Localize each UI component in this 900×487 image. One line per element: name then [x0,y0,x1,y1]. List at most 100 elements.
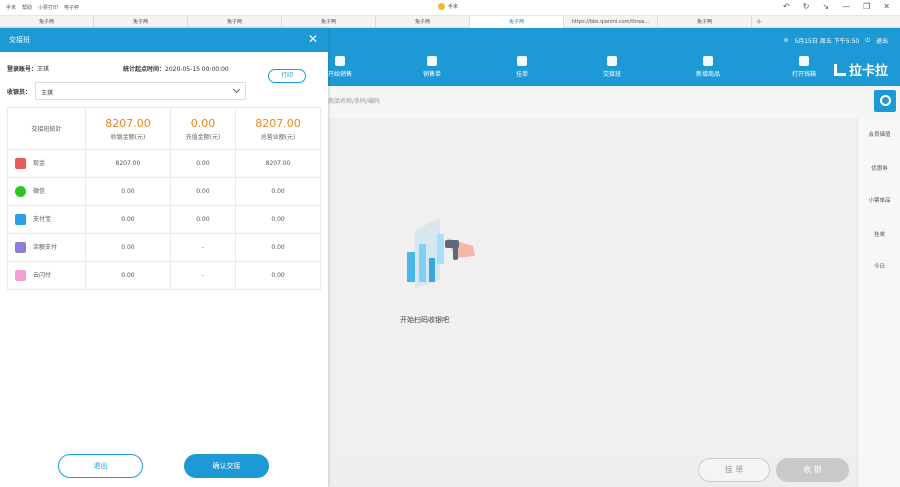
table-row: 云闪付 0.00 - 0.00 [7,261,321,290]
amount-cell: 0.00 [169,205,237,234]
menu-item-help[interactable]: 帮助 [22,4,32,11]
browser-tab[interactable]: 兔子两 [0,16,94,28]
method-label: 现金 [33,160,46,167]
menu-item-app[interactable]: 手米 [6,4,16,11]
method-label: 余额支付 [33,244,58,251]
shift-handover-modal: 交接班 ✕ 登录账号：王琪 统计起点时间：2020-05-15 00:00:00… [0,28,328,487]
print-button[interactable]: 打印 [268,69,306,83]
user-icon [607,56,617,66]
back-icon[interactable]: ↶ [783,2,790,11]
datetime: 5月15日 周五 下午5:50 [794,38,860,45]
total-label: 收银金额(元) [110,133,146,141]
sidebar-item-member[interactable]: 会员储值 [858,130,900,138]
table-header-row: 交接班統計 8207.00 收银金额(元) 0.00 充值金额(元) 8207.00… [7,107,321,150]
wechat-icon [15,186,26,197]
cashier-select[interactable]: 王琪 [35,82,246,100]
amount-cell: 0.00 [235,177,321,206]
nav-label: 打开钱箱 [791,71,816,78]
nav-hang-orders[interactable]: 挂单 [492,56,552,78]
checkout-button[interactable]: 收 银 [776,458,849,482]
modal-title: 交接班 [9,36,30,44]
browser-tab[interactable]: 兔子两 [282,16,376,28]
sidebar-item-coupon[interactable]: 优惠券 [858,164,900,172]
diamond-icon [335,56,345,66]
login-label: 登录账号： [7,66,38,73]
nav-label: 交接班 [602,71,621,78]
search-input[interactable]: 商品名称/条码/编码 [328,96,380,105]
sidebar-item-receipt[interactable]: 小票单品 [858,196,900,204]
pin-icon[interactable]: ↘ [822,2,829,11]
amount-cell: 0.00 [235,261,321,290]
scanner-illustration-icon [407,218,475,288]
method-cell: 现金 [7,149,86,178]
app-logo-icon [438,3,445,10]
method-cell: 微信 [7,177,86,206]
browser-tab[interactable]: 兔子两 [658,16,752,28]
app-menu: 手米 帮助 小票打印 电子秤 [6,4,79,11]
sidebar-item-today[interactable]: 今日 [858,262,900,270]
login-account: 登录账号：王琪 [7,64,49,73]
method-label: 微信 [33,188,46,195]
exit-button[interactable]: 退出 [58,454,143,478]
maximize-icon[interactable]: ❐ [863,2,870,11]
confirm-handover-button[interactable]: 确认交接 [184,454,269,478]
brand-name: 拉卡拉 [848,64,888,79]
menu-item-scale[interactable]: 电子秤 [64,4,79,11]
search-button[interactable] [874,90,896,112]
table-row: 支付宝 0.00 0.00 0.00 [7,205,321,234]
chevron-down-icon [232,85,241,94]
power-icon[interactable]: ⏻ [865,37,870,45]
nav-label: 新增商品 [695,71,720,78]
method-label: 云闪付 [33,272,52,279]
method-label: 支付宝 [33,216,52,223]
new-tab-button[interactable]: + [752,16,766,28]
total-cell: 8207.00 收银金额(元) [85,107,171,150]
hang-order-button[interactable]: 挂 单 [698,458,770,482]
header-status: ≋ 5月15日 周五 下午5:50 ⏻ 退出 [783,36,888,46]
sidebar-item-hang[interactable]: 挂单 [858,230,900,238]
amount-cell: 0.00 [85,261,171,290]
nav-label: 开始销售 [327,71,352,78]
nav-open-cashbox[interactable]: 打开钱箱 [774,56,834,78]
browser-tab[interactable]: 兔子两 [188,16,282,28]
balance-pay-icon [15,242,26,253]
start-time: 统计起点时间：2020-05-15 00:00:00 [123,64,229,73]
browser-tab-active[interactable]: 兔子两 [470,16,564,28]
close-icon[interactable]: ✕ [308,32,318,46]
browser-tab[interactable]: 兔子两 [94,16,188,28]
window-menubar: 手米 帮助 小票打印 电子秤 手米 ↶ ↻ ↘ — ❐ ✕ [0,0,900,16]
browser-tab[interactable]: 兔子两 [376,16,470,28]
amount-cell: 0.00 [169,149,237,178]
total-label: 总营业额(元) [260,133,296,141]
start-time-label: 统计起点时间： [123,66,166,73]
unionpay-cloud-icon [15,270,26,281]
nav-sales-orders[interactable]: 销售单 [402,56,462,78]
bag-icon [703,56,713,66]
scan-hint: 开始扫码收银吧 [400,316,449,324]
refresh-icon[interactable]: ↻ [803,2,810,11]
minimize-icon[interactable]: — [842,2,850,11]
nav-add-product[interactable]: 新增商品 [678,56,738,78]
modal-header: 交接班 ✕ [0,28,328,52]
amount-cell: - [169,261,237,290]
browser-tab[interactable]: https://bbs.qianmi.com/threa... [564,16,658,28]
wifi-icon: ≋ [783,37,789,44]
search-row: 商品名称/条码/编码 [328,86,900,118]
nav-shift-handover[interactable]: 交接班 [582,56,642,78]
amount-cell: - [169,233,237,262]
header-label: 交接班統計 [7,107,86,150]
menu-item-receipt-print[interactable]: 小票打印 [38,4,58,11]
cashier-selected-value: 王琪 [41,90,54,97]
document-icon [517,56,527,66]
close-window-icon[interactable]: ✕ [883,2,890,11]
nav-label: 销售单 [422,71,441,78]
start-time-value: 2020-05-15 00:00:00 [165,66,229,73]
nav-label: 挂单 [515,71,528,78]
cashbox-icon [799,56,809,66]
amount-cell: 8207.00 [85,149,171,178]
logout-link[interactable]: 退出 [876,36,888,45]
amount-cell: 0.00 [85,205,171,234]
method-cell: 余额支付 [7,233,86,262]
lakala-logo-icon [833,63,846,76]
total-value: 8207.00 [255,116,301,130]
